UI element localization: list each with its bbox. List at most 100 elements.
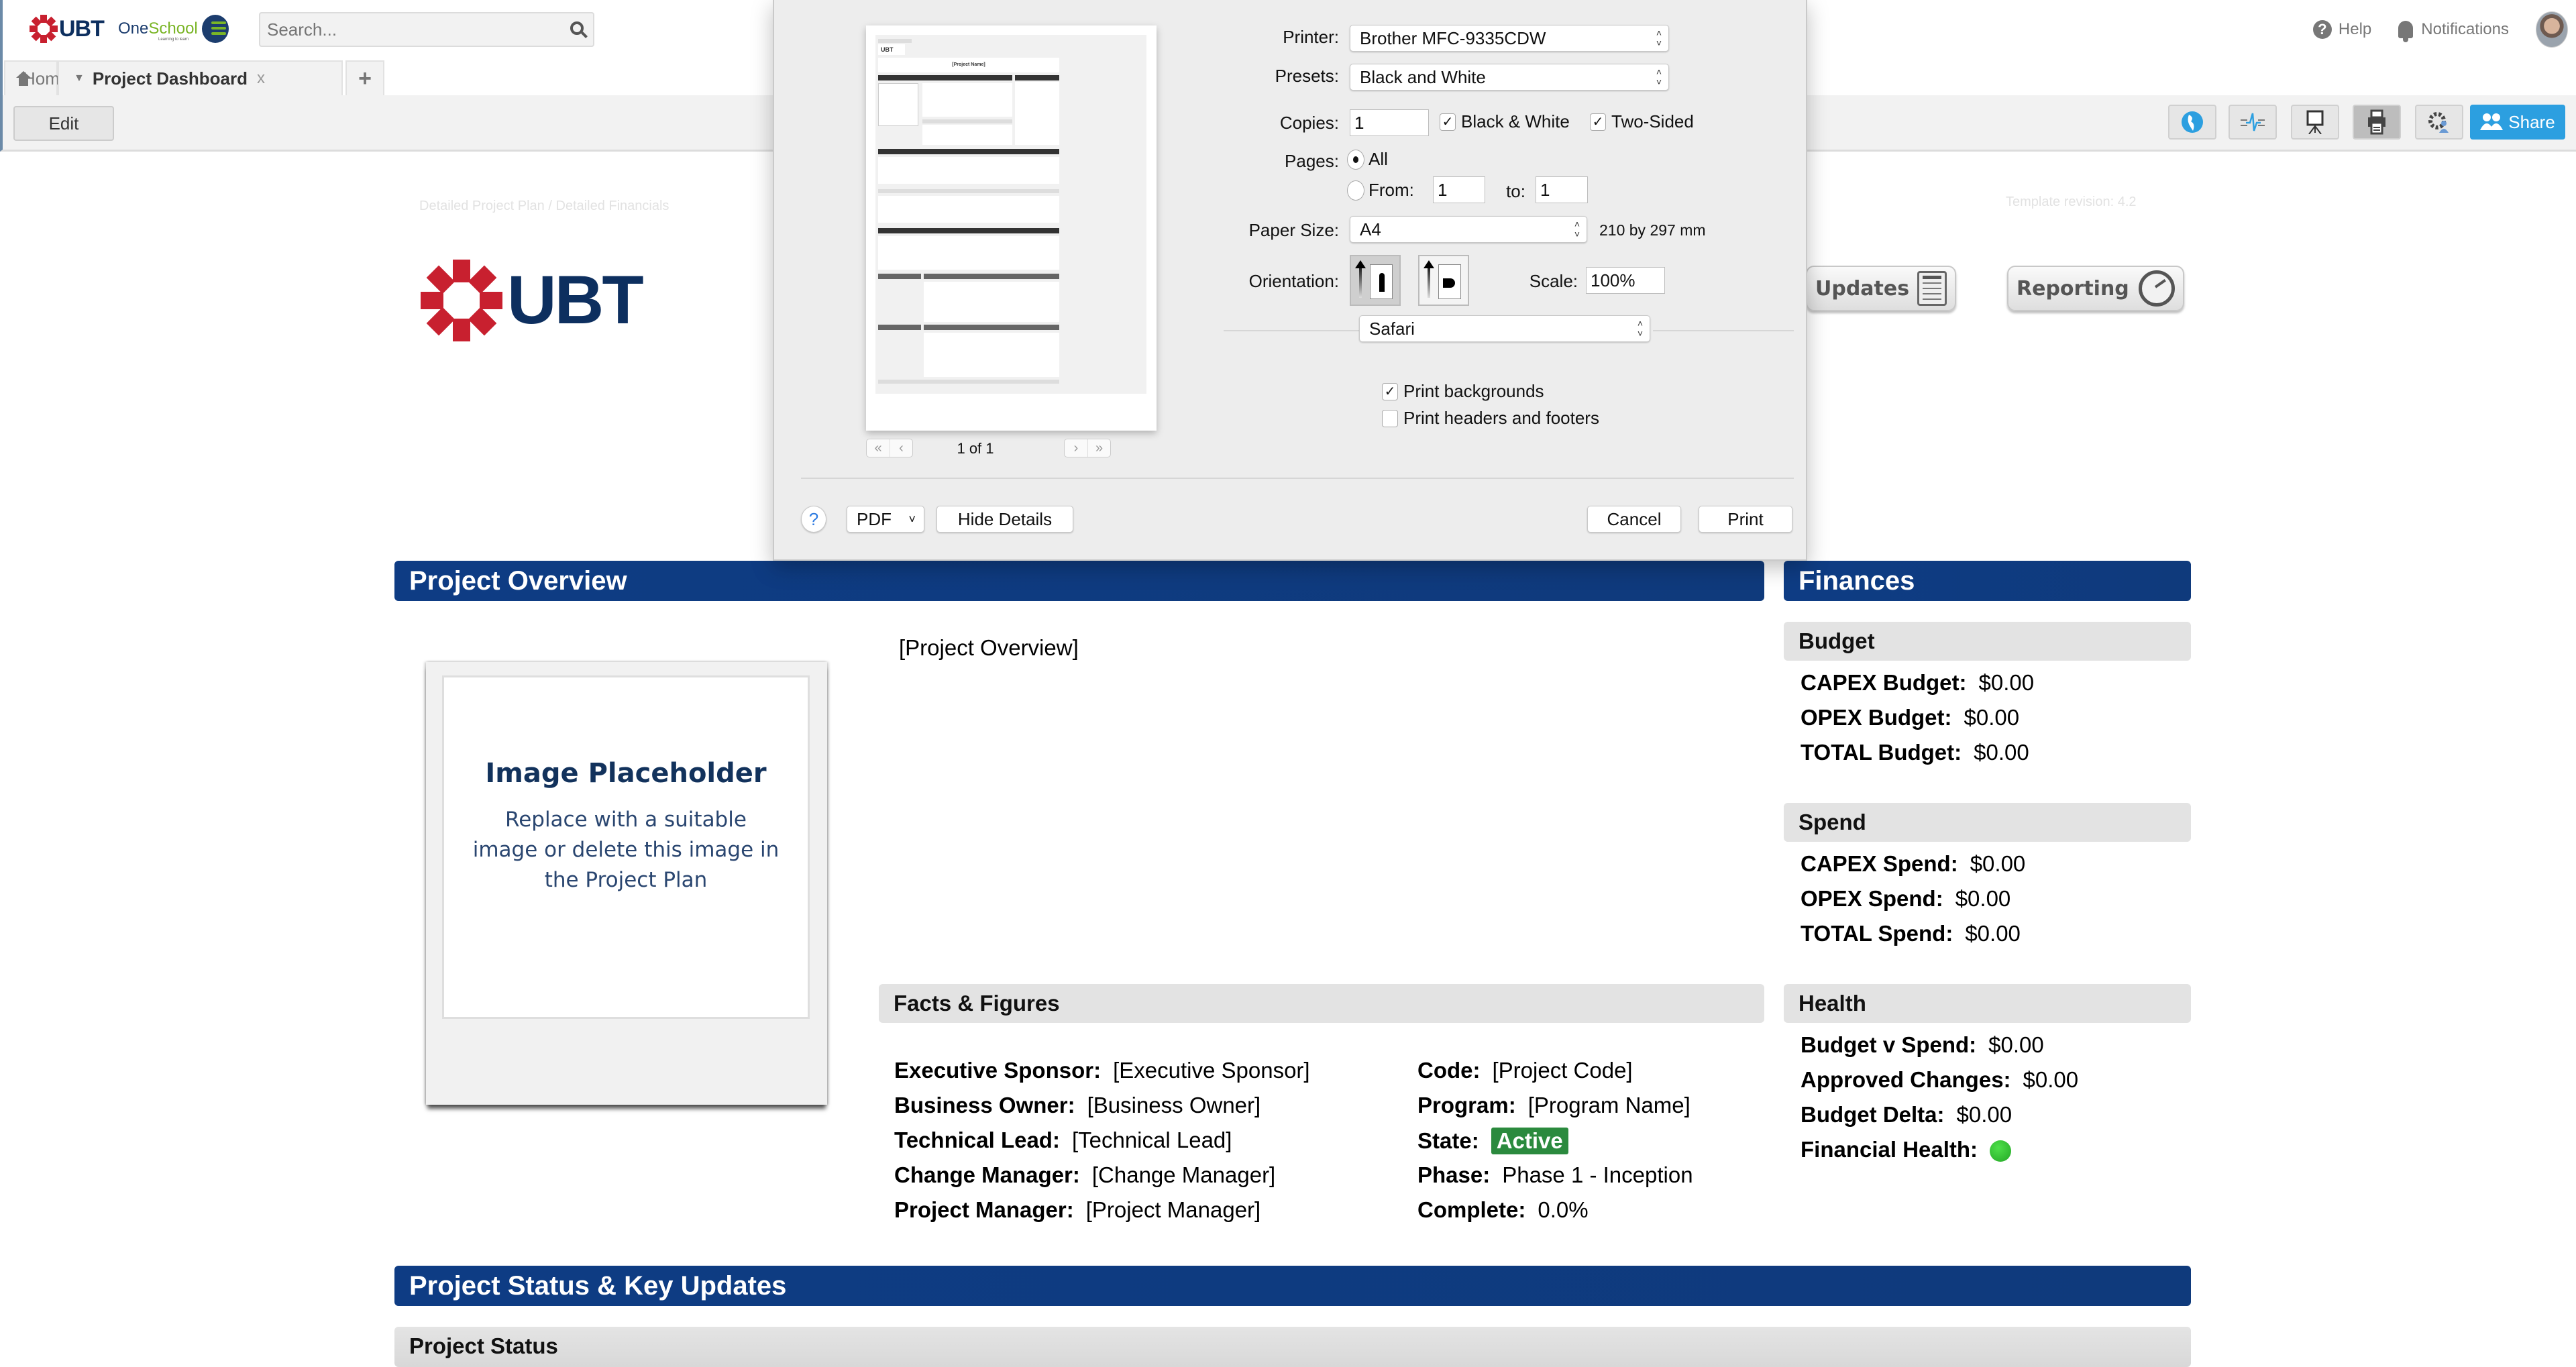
edit-button[interactable]: Edit bbox=[13, 106, 114, 141]
fact-row-label: State: bbox=[1417, 1128, 1479, 1153]
oneschool-tagline: Learning to learn bbox=[158, 38, 189, 42]
presets-label: Presets: bbox=[1275, 66, 1339, 86]
orientation-landscape-button[interactable] bbox=[1418, 255, 1469, 306]
pages-from-input[interactable]: 1 bbox=[1433, 176, 1485, 203]
landscape-page-icon bbox=[1438, 264, 1461, 299]
tab-project-dashboard[interactable]: ▼ Project Dashboard x bbox=[58, 60, 343, 95]
printer-label: Printer: bbox=[1283, 27, 1339, 47]
health-row-label: Financial Health: bbox=[1801, 1137, 1978, 1162]
budget-row-label: OPEX Budget: bbox=[1801, 705, 1952, 730]
print-backgrounds-label: Print backgrounds bbox=[1403, 381, 1544, 401]
fact-row: Code: [Project Code] bbox=[1417, 1058, 1633, 1083]
presets-select[interactable]: Black and White ˄ ˅ bbox=[1350, 64, 1669, 91]
fact-row: Change Manager: [Change Manager] bbox=[894, 1162, 1275, 1188]
user-settings-button[interactable] bbox=[2415, 105, 2463, 140]
notifications-label: Notifications bbox=[2421, 20, 2509, 38]
print-headers-label: Print headers and footers bbox=[1403, 408, 1599, 428]
user-avatar[interactable] bbox=[2536, 11, 2568, 48]
activity-button[interactable] bbox=[2229, 105, 2277, 140]
breadcrumb[interactable]: Detailed Project Plan / Detailed Financi… bbox=[419, 199, 669, 214]
print-backgrounds-checkbox[interactable]: ✓ Print backgrounds bbox=[1382, 381, 1544, 402]
fact-row-value: 0.0% bbox=[1538, 1197, 1589, 1222]
paper-size-value: A4 bbox=[1360, 219, 1381, 239]
orientation-portrait-button[interactable] bbox=[1350, 255, 1401, 306]
two-sided-checkbox[interactable]: ✓ Two-Sided bbox=[1590, 111, 1694, 132]
print-button[interactable] bbox=[2353, 105, 2401, 140]
fact-row-value: [Project Manager] bbox=[1085, 1197, 1261, 1222]
help-icon: ? bbox=[2312, 20, 2332, 39]
globe-button[interactable] bbox=[2168, 105, 2216, 140]
printer-select[interactable]: Brother MFC-9335CDW ˄ ˅ bbox=[1350, 25, 1669, 52]
fact-row-value: [Executive Sponsor] bbox=[1113, 1058, 1310, 1083]
reporting-button[interactable]: Reporting bbox=[2007, 266, 2184, 311]
fact-row: Executive Sponsor: [Executive Sponsor] bbox=[894, 1058, 1310, 1083]
first-page-button[interactable]: « bbox=[867, 439, 890, 457]
search-input[interactable] bbox=[260, 13, 542, 46]
search-box[interactable] bbox=[259, 12, 594, 47]
radio-selected-icon bbox=[1347, 149, 1364, 170]
checkmark-icon: ✓ bbox=[1590, 113, 1606, 131]
pdf-menu-button[interactable]: PDF ˅ bbox=[847, 506, 924, 533]
fact-row-label: Executive Sponsor: bbox=[894, 1058, 1102, 1083]
portrait-page-icon bbox=[1370, 264, 1393, 299]
black-white-checkbox[interactable]: ✓ Black & White bbox=[1440, 111, 1570, 132]
print-dialog: UBT [Project Name] « ‹ 1 of 1 › » Printe… bbox=[773, 0, 1807, 561]
notifications-link[interactable]: Notifications bbox=[2398, 20, 2509, 42]
ubt-logo[interactable]: UBT bbox=[30, 15, 105, 43]
fact-row-value: Active bbox=[1491, 1128, 1568, 1154]
oneschool-logo[interactable]: One School Learning to learn bbox=[118, 13, 229, 44]
ubt-burst-icon bbox=[421, 259, 502, 341]
budget-row: OPEX Budget: $0.00 bbox=[1801, 705, 2019, 730]
ubt-page-logo: UBT bbox=[421, 258, 653, 342]
template-revision: Template revision: 4.2 bbox=[2006, 195, 2137, 209]
health-row-value: $0.00 bbox=[2023, 1067, 2079, 1092]
next-page-button[interactable]: › bbox=[1065, 439, 1087, 457]
hide-details-button[interactable]: Hide Details bbox=[936, 506, 1073, 533]
fact-row-label: Program: bbox=[1417, 1093, 1516, 1117]
presentation-button[interactable] bbox=[2291, 105, 2339, 140]
add-tab-button[interactable]: + bbox=[345, 60, 384, 95]
pages-range-radio[interactable]: From: bbox=[1347, 180, 1414, 201]
print-confirm-button[interactable]: Print bbox=[1699, 506, 1792, 533]
header-actions: ? Help Notifications bbox=[2312, 11, 2576, 48]
paper-size-dims: 210 by 297 mm bbox=[1599, 221, 1706, 239]
paper-size-select[interactable]: A4 ˄ ˅ bbox=[1350, 216, 1587, 243]
project-overview-header: Project Overview bbox=[394, 561, 1764, 601]
financial-health-indicator-icon bbox=[1990, 1140, 2012, 1162]
preview-logo: UBT bbox=[878, 44, 905, 55]
tab-close-icon[interactable]: x bbox=[257, 69, 265, 88]
pages-label: Pages: bbox=[1285, 151, 1339, 171]
help-button[interactable]: ? bbox=[801, 506, 826, 533]
health-row-value: $0.00 bbox=[1988, 1032, 2044, 1057]
ubt-logo-text: UBT bbox=[59, 15, 105, 42]
fact-row-label: Technical Lead: bbox=[894, 1128, 1060, 1152]
share-button[interactable]: Share bbox=[2470, 105, 2565, 140]
print-headers-checkbox[interactable]: Print headers and footers bbox=[1382, 408, 1599, 429]
fact-row: Technical Lead: [Technical Lead] bbox=[894, 1128, 1232, 1153]
image-placeholder[interactable]: Image Placeholder Replace with a suitabl… bbox=[426, 662, 827, 1105]
tab-menu-caret-icon[interactable]: ▼ bbox=[74, 72, 85, 85]
fact-row: Phase: Phase 1 - Inception bbox=[1417, 1162, 1693, 1188]
project-status-subheader: Project Status bbox=[394, 1327, 2191, 1367]
last-page-button[interactable]: » bbox=[1087, 439, 1110, 457]
fact-row-label: Business Owner: bbox=[894, 1093, 1075, 1117]
print-section-select[interactable]: Safari ˄ ˅ bbox=[1359, 315, 1650, 342]
pages-all-radio[interactable]: All bbox=[1347, 149, 1388, 170]
copies-input[interactable]: 1 bbox=[1350, 109, 1429, 136]
spend-row-label: CAPEX Spend: bbox=[1801, 851, 1958, 876]
oneschool-logo-school: School bbox=[148, 19, 198, 38]
updates-button[interactable]: Updates bbox=[1806, 266, 1957, 311]
spend-row-value: $0.00 bbox=[1955, 886, 2011, 911]
pages-to-input[interactable]: 1 bbox=[1536, 176, 1588, 203]
prev-page-button[interactable]: ‹ bbox=[890, 439, 912, 457]
black-white-label: Black & White bbox=[1461, 111, 1570, 131]
fact-row: Program: [Program Name] bbox=[1417, 1093, 1690, 1118]
tab-home[interactable]: Home bbox=[4, 60, 69, 95]
cancel-button[interactable]: Cancel bbox=[1587, 506, 1681, 533]
search-icon[interactable] bbox=[570, 21, 584, 35]
fact-row-label: Change Manager: bbox=[894, 1162, 1080, 1187]
health-row-label: Budget Delta: bbox=[1801, 1102, 1945, 1127]
help-link[interactable]: ? Help bbox=[2312, 20, 2371, 39]
print-icon bbox=[2368, 109, 2385, 135]
scale-input[interactable]: 100% bbox=[1586, 267, 1665, 294]
